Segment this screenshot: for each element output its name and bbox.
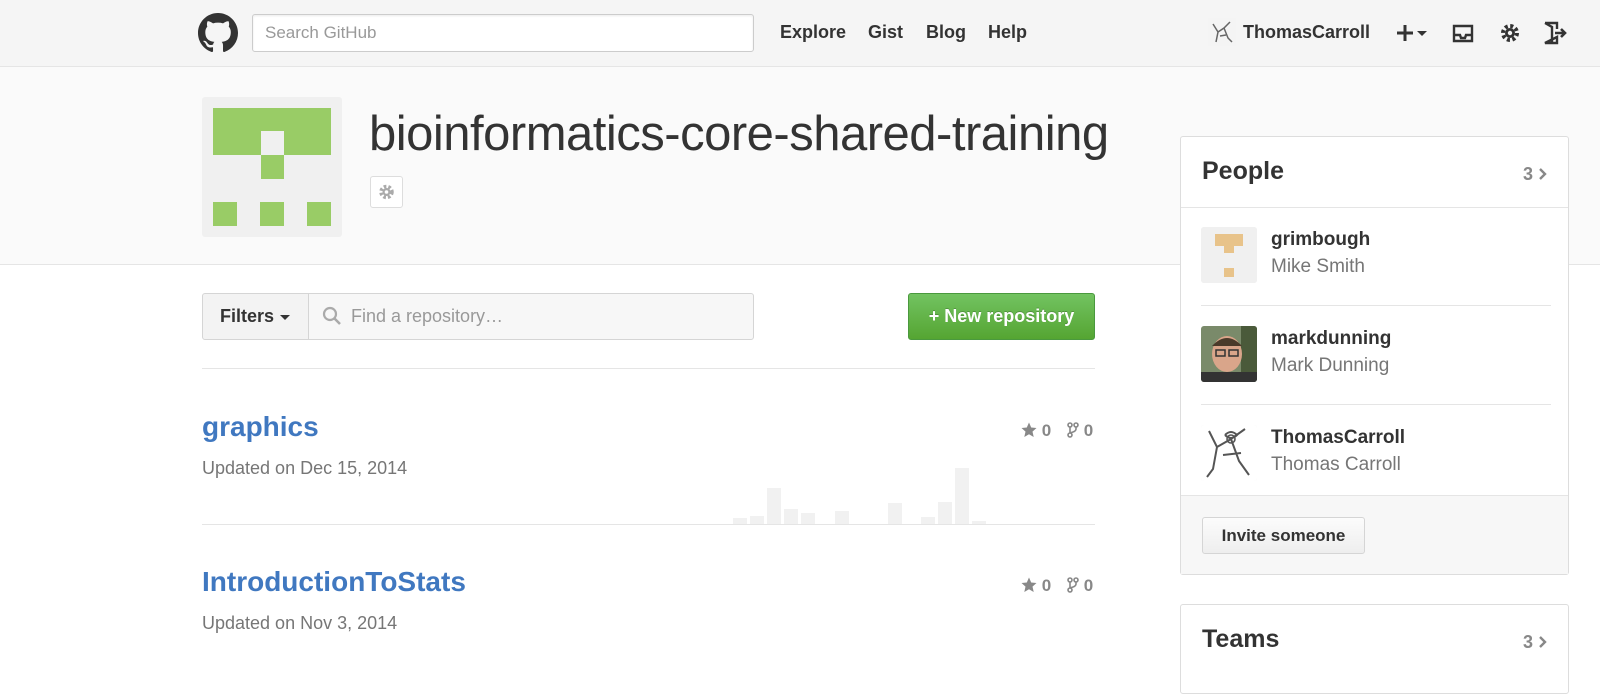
fork-count[interactable]: 0 <box>1067 576 1093 596</box>
people-panel: People 3 grimbough Mike Smith markdunnin… <box>1180 136 1569 575</box>
filters-label: Filters <box>220 306 275 326</box>
search-icon <box>322 306 341 325</box>
fork-count-value: 0 <box>1083 421 1094 440</box>
search-input[interactable]: Search GitHub <box>252 14 754 52</box>
organization-name: bioinformatics-core-shared-training <box>369 107 1109 161</box>
new-repository-label: New repository <box>944 306 1075 326</box>
fork-icon <box>1067 577 1079 593</box>
nav-gist[interactable]: Gist <box>868 0 903 67</box>
member-item[interactable]: ThomasCarroll Thomas Carroll <box>1201 405 1551 504</box>
repo-activity-graph <box>733 468 986 524</box>
people-count-value: 3 <box>1522 164 1533 184</box>
repo-updated-text: Updated on Nov 3, 2014 <box>202 613 398 633</box>
star-count[interactable]: 0 <box>1021 421 1051 441</box>
member-name: Mike Smith <box>1271 256 1365 277</box>
member-avatar[interactable] <box>1201 425 1257 481</box>
plus-icon: + <box>928 306 945 326</box>
people-panel-footer: Invite someone <box>1181 495 1568 574</box>
nav-help[interactable]: Help <box>988 0 1027 67</box>
star-icon <box>1021 422 1037 437</box>
plus-icon[interactable] <box>1396 20 1430 46</box>
repo-updated-text: Updated on Dec 15, 2014 <box>202 458 408 478</box>
gear-icon <box>379 184 394 200</box>
member-item[interactable]: grimbough Mike Smith <box>1201 207 1551 306</box>
divider <box>202 368 1095 369</box>
member-avatar[interactable] <box>1201 227 1257 283</box>
star-count-value: 0 <box>1041 421 1052 440</box>
inbox-icon[interactable] <box>1450 20 1476 46</box>
nav-blog[interactable]: Blog <box>926 0 966 67</box>
star-count-value: 0 <box>1041 576 1052 595</box>
top-navigation-bar: Search GitHub Explore Gist Blog Help Tho… <box>0 0 1600 67</box>
member-login[interactable]: grimbough <box>1271 229 1370 251</box>
fork-count[interactable]: 0 <box>1067 421 1093 441</box>
teams-count[interactable]: 3 <box>1523 632 1548 653</box>
filters-dropdown[interactable]: Filters <box>202 293 309 340</box>
member-name: Mark Dunning <box>1271 355 1390 376</box>
teams-panel: Teams 3 <box>1180 604 1569 694</box>
chevron-right-icon <box>1539 168 1547 180</box>
star-count[interactable]: 0 <box>1021 576 1051 596</box>
user-avatar[interactable] <box>1208 18 1236 46</box>
member-item[interactable]: markdunning Mark Dunning <box>1201 306 1551 405</box>
member-login[interactable]: ThomasCarroll <box>1271 427 1405 449</box>
member-avatar[interactable] <box>1201 326 1257 382</box>
organization-avatar <box>202 97 342 237</box>
repo-name-link[interactable]: graphics <box>202 411 319 443</box>
member-login[interactable]: markdunning <box>1271 328 1391 350</box>
member-name: Thomas Carroll <box>1271 454 1401 475</box>
invite-someone-button[interactable]: Invite someone <box>1202 517 1365 554</box>
star-icon <box>1021 577 1037 592</box>
fork-count-value: 0 <box>1083 576 1094 595</box>
gear-icon[interactable] <box>1497 20 1523 46</box>
repo-name-link[interactable]: IntroductionToStats <box>202 566 466 598</box>
github-logo-icon[interactable] <box>198 13 238 53</box>
chevron-right-icon <box>1539 636 1547 648</box>
user-name[interactable]: ThomasCarroll <box>1243 0 1370 67</box>
divider <box>202 524 1095 525</box>
fork-icon <box>1067 422 1079 438</box>
people-count[interactable]: 3 <box>1523 164 1548 185</box>
teams-title[interactable]: Teams <box>1202 625 1279 654</box>
teams-count-value: 3 <box>1522 632 1533 652</box>
people-title[interactable]: People <box>1202 157 1284 186</box>
nav-explore[interactable]: Explore <box>780 0 846 67</box>
caret-down-icon <box>280 314 291 320</box>
find-repository-input[interactable]: Find a repository… <box>308 293 754 340</box>
new-repository-button[interactable]: + New repository <box>908 293 1095 340</box>
sign-out-icon[interactable] <box>1542 20 1568 46</box>
organization-settings-button[interactable] <box>370 176 403 208</box>
